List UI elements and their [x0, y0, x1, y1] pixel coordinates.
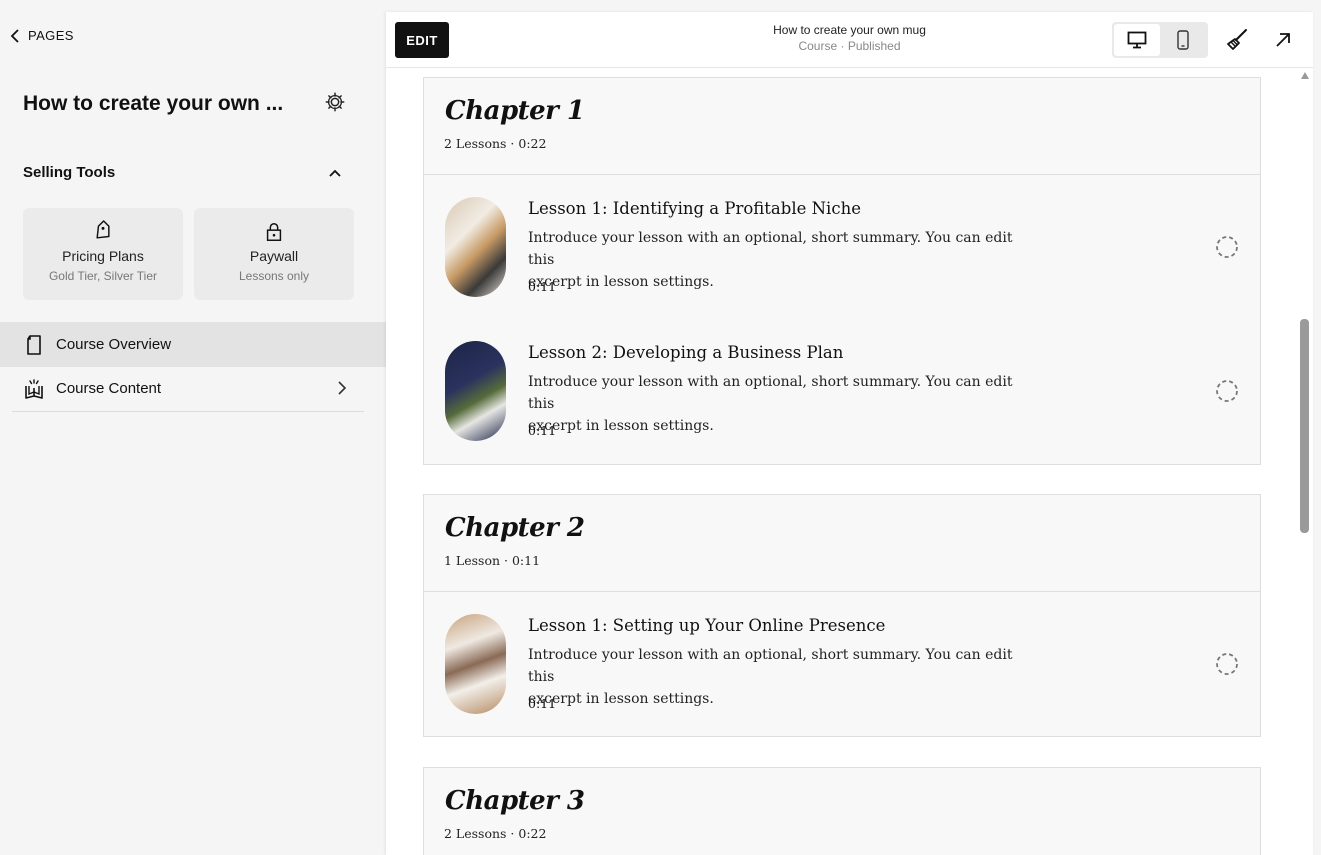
chevron-right-icon [338, 381, 347, 395]
scrollbar-thumb[interactable] [1300, 319, 1309, 533]
lesson-description-line: Introduce your lesson with an optional, … [528, 230, 1013, 268]
tag-icon [96, 220, 110, 239]
nav-course-content[interactable]: Course Content [0, 366, 386, 411]
paywall-card[interactable]: Paywall Lessons only [194, 208, 354, 300]
lock-icon [266, 223, 282, 241]
lesson-duration: 0:11 [528, 423, 557, 438]
lesson-title: Lesson 1: Identifying a Profitable Niche [528, 199, 861, 218]
chapter-card: Chapter 2 1 Lesson · 0:11 Lesson 1: Sett… [423, 494, 1261, 737]
lesson-description: Introduce your lesson with an optional, … [528, 371, 1028, 437]
gear-icon[interactable] [324, 91, 346, 113]
lesson-description-line: excerpt in lesson settings. [528, 691, 714, 707]
progress-status-icon [1216, 380, 1238, 402]
lesson-description: Introduce your lesson with an optional, … [528, 227, 1028, 293]
lesson-row[interactable]: Lesson 1: Setting up Your Online Presenc… [424, 592, 1260, 736]
lesson-thumbnail [445, 341, 506, 441]
pricing-plans-card[interactable]: Pricing Plans Gold Tier, Silver Tier [23, 208, 183, 300]
sidebar: PAGES How to create your own ... Selling… [0, 0, 386, 855]
chapter-header: Chapter 1 2 Lessons · 0:22 [424, 78, 1260, 175]
lesson-duration: 0:11 [528, 279, 557, 294]
preview-toolbar: EDIT How to create your own mug Course ·… [386, 12, 1313, 68]
progress-status-icon [1216, 236, 1238, 258]
desktop-icon [1127, 31, 1147, 49]
lesson-description-line: excerpt in lesson settings. [528, 274, 714, 290]
progress-status-icon [1216, 653, 1238, 675]
back-to-pages-button[interactable]: PAGES [10, 28, 74, 43]
chapter-card: Chapter 1 2 Lessons · 0:22 Lesson 1: Ide… [423, 77, 1261, 465]
pricing-plans-subtitle: Gold Tier, Silver Tier [48, 269, 158, 283]
selling-tools-header[interactable]: Selling Tools [23, 164, 343, 181]
scroll-up-arrow[interactable] [1301, 72, 1309, 79]
chapter-meta: 2 Lessons · 0:22 [444, 826, 547, 841]
lesson-row[interactable]: Lesson 2: Developing a Business Plan Int… [424, 319, 1260, 463]
chapter-header: Chapter 2 1 Lesson · 0:11 [424, 495, 1260, 592]
chapter-meta: 2 Lessons · 0:22 [444, 136, 547, 151]
lesson-title: Lesson 1: Setting up Your Online Presenc… [528, 616, 886, 635]
back-label: PAGES [28, 28, 74, 43]
lesson-thumbnail [445, 197, 506, 297]
lesson-title: Lesson 2: Developing a Business Plan [528, 343, 844, 362]
lesson-thumbnail [445, 614, 506, 714]
chevron-up-icon [329, 169, 341, 177]
pricing-plans-title: Pricing Plans [62, 248, 144, 264]
lesson-description: Introduce your lesson with an optional, … [528, 644, 1028, 710]
chapter-card: Chapter 3 2 Lessons · 0:22 [423, 767, 1261, 855]
paywall-title: Paywall [249, 248, 299, 264]
nav-course-overview-label: Course Overview [56, 336, 172, 353]
desktop-view-button[interactable] [1114, 24, 1160, 56]
chevron-left-icon [10, 28, 19, 43]
lesson-description-line: excerpt in lesson settings. [528, 418, 714, 434]
nav-course-overview[interactable]: Course Overview [0, 322, 386, 367]
nav-course-content-label: Course Content [56, 380, 162, 397]
chapter-title: Chapter 3 [445, 786, 585, 816]
course-status: Course · Published [798, 39, 901, 53]
chapter-header: Chapter 3 2 Lessons · 0:22 [424, 768, 1260, 855]
paintbrush-icon[interactable] [1226, 28, 1248, 52]
lesson-description-line: Introduce your lesson with an optional, … [528, 374, 1013, 412]
lesson-row[interactable]: Lesson 1: Identifying a Profitable Niche… [424, 175, 1260, 319]
mobile-icon [1177, 30, 1189, 50]
open-external-icon[interactable] [1274, 31, 1292, 49]
paywall-subtitle: Lessons only [238, 269, 310, 283]
mobile-view-button[interactable] [1160, 24, 1206, 56]
edit-button[interactable]: EDIT [395, 22, 449, 58]
selling-tools-label: Selling Tools [23, 164, 116, 181]
page-icon [27, 334, 41, 355]
device-view-toggle [1112, 22, 1208, 58]
chapter-title: Chapter 2 [445, 513, 585, 543]
chapter-title: Chapter 1 [445, 96, 585, 126]
sidebar-divider [12, 411, 364, 412]
lesson-duration: 0:11 [528, 696, 557, 711]
page-title: How to create your own ... [23, 92, 284, 115]
course-title: How to create your own mug [773, 23, 926, 37]
preview-panel: EDIT How to create your own mug Course ·… [386, 12, 1313, 855]
course-content-preview: Chapter 1 2 Lessons · 0:22 Lesson 1: Ide… [386, 68, 1313, 855]
lesson-description-line: Introduce your lesson with an optional, … [528, 647, 1013, 685]
chapter-meta: 1 Lesson · 0:11 [444, 553, 541, 568]
open-book-icon [25, 378, 43, 399]
